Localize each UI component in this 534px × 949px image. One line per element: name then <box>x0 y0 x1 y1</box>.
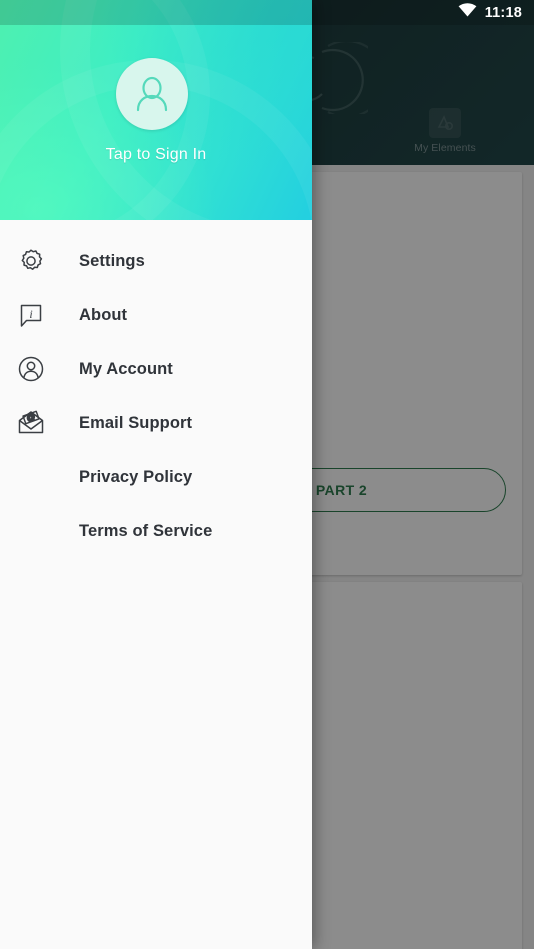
sidebar-item-my-account[interactable]: My Account <box>0 342 312 396</box>
sidebar-item-settings[interactable]: Settings <box>0 234 312 288</box>
sign-in-label[interactable]: Tap to Sign In <box>0 146 312 164</box>
drawer-menu[interactable]: Settings i About My Account @ Email Supp… <box>0 220 312 949</box>
sidebar-item-label: Email Support <box>79 413 193 432</box>
status-time: 11:18 <box>484 4 522 21</box>
sidebar-item-label: Terms of Service <box>79 521 213 540</box>
sidebar-item-label: My Account <box>79 359 173 378</box>
svg-text:i: i <box>29 307 32 321</box>
email-at-icon: @ <box>15 407 47 439</box>
svg-text:@: @ <box>25 411 37 423</box>
sidebar-item-label: About <box>79 305 128 324</box>
sidebar-item-email-support[interactable]: @ Email Support <box>0 396 312 450</box>
account-circle-icon <box>15 353 47 385</box>
avatar[interactable] <box>116 58 188 130</box>
person-avatar-icon <box>136 76 168 112</box>
status-bar: 11:18 <box>0 0 534 25</box>
sidebar-item-label: Settings <box>79 251 145 270</box>
gear-icon <box>15 245 47 277</box>
wifi-icon <box>458 3 477 22</box>
info-bubble-icon: i <box>15 299 47 331</box>
drawer-header[interactable]: Tap to Sign In <box>0 0 312 220</box>
sidebar-item-terms-of-service[interactable]: Terms of Service <box>0 504 312 558</box>
sidebar-item-label: Privacy Policy <box>79 467 193 486</box>
navigation-drawer[interactable]: Tap to Sign In Settings i About My Accou… <box>0 0 312 949</box>
sidebar-item-privacy-policy[interactable]: Privacy Policy <box>0 450 312 504</box>
phone-screen: n My Elements he first motion graphics B… <box>0 0 534 949</box>
sidebar-item-about[interactable]: i About <box>0 288 312 342</box>
